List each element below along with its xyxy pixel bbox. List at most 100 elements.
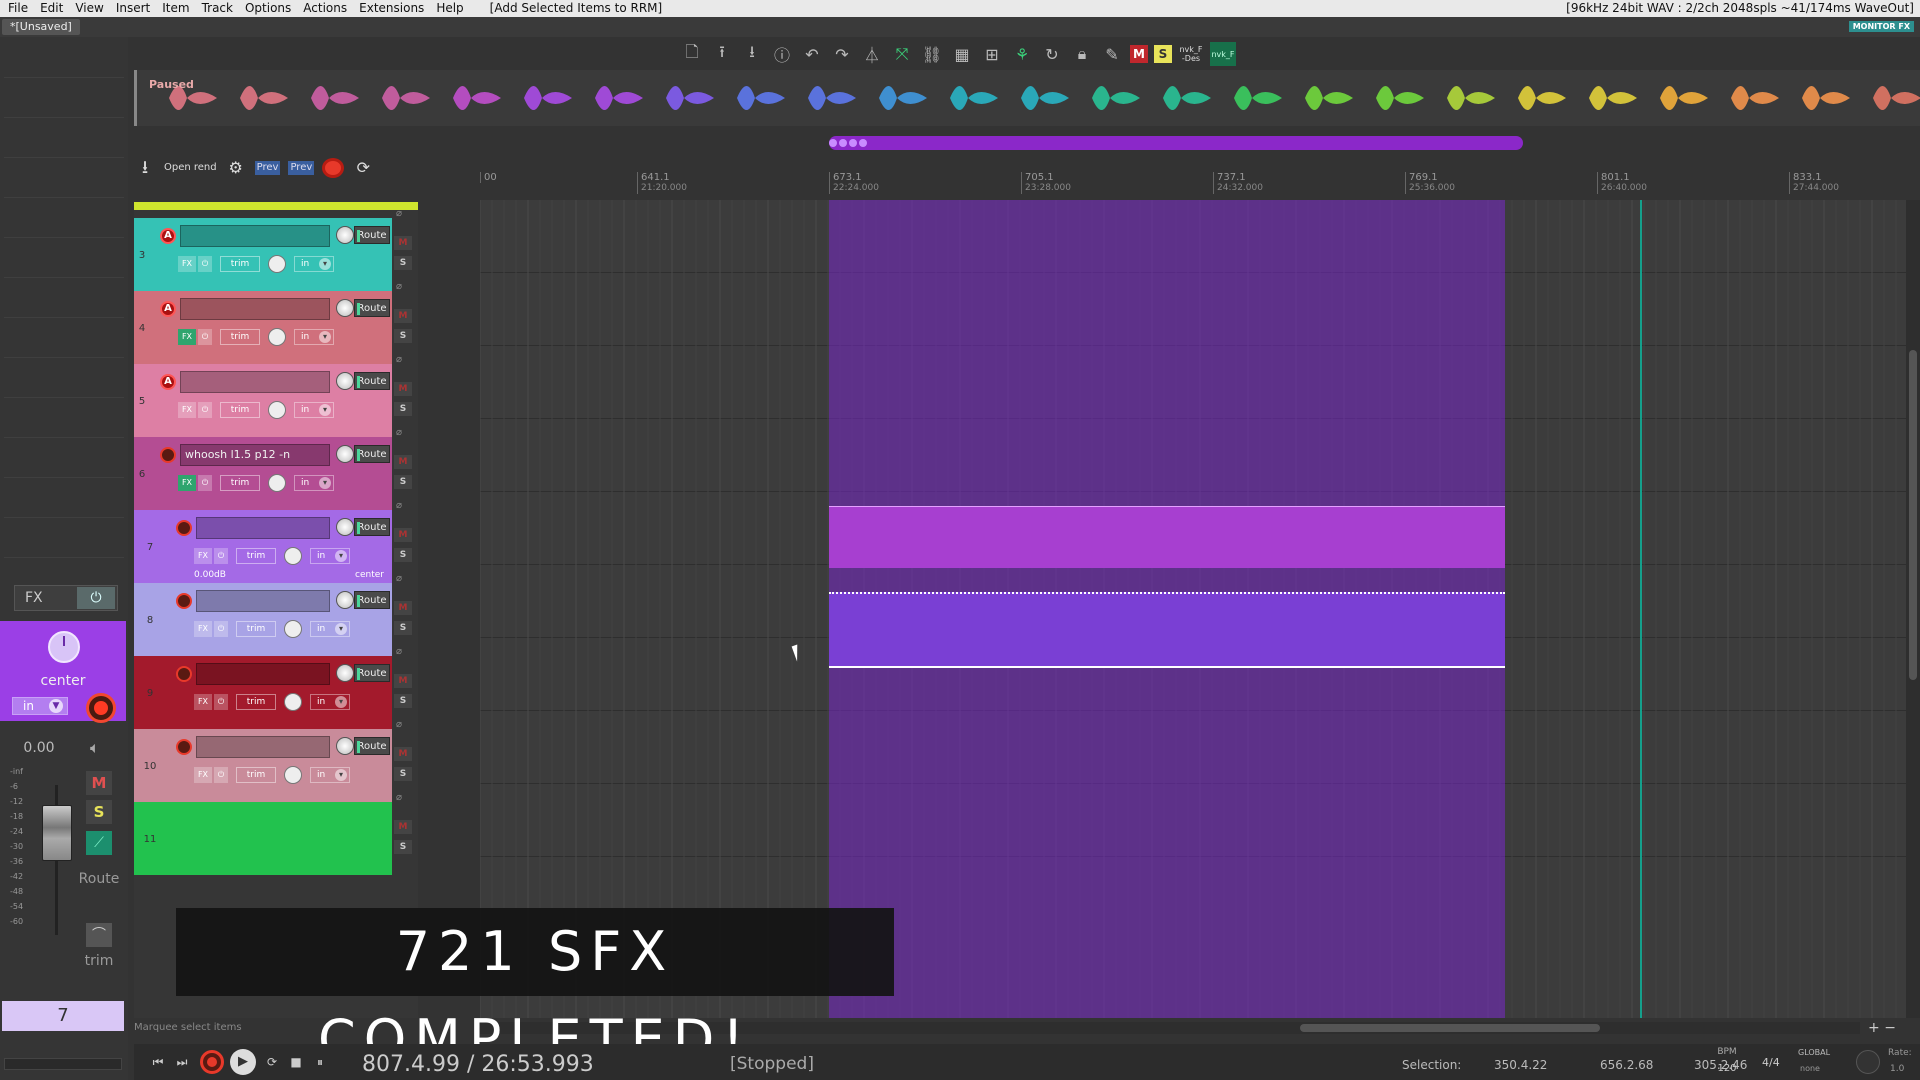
menu-actions[interactable]: Actions xyxy=(297,0,353,17)
track-name-field[interactable] xyxy=(196,590,330,612)
menu-view[interactable]: View xyxy=(69,0,109,17)
zoom-in-icon[interactable]: + xyxy=(1868,1020,1880,1036)
volume-knob[interactable] xyxy=(336,518,354,536)
repeat-icon[interactable]: ⟳ xyxy=(262,1052,282,1072)
audio-device-status[interactable]: [96kHz 24bit WAV : 2/2ch 2048spls ~41/17… xyxy=(1560,0,1920,17)
input-select[interactable]: in xyxy=(294,475,334,491)
mute-button[interactable]: M xyxy=(394,309,412,323)
input-select[interactable]: in xyxy=(294,402,334,418)
mixer-volume-readout[interactable]: 0.00 xyxy=(14,740,64,756)
solo-button[interactable]: S xyxy=(394,840,412,854)
render-icon[interactable]: ⭱ xyxy=(710,42,734,66)
solo-button[interactable]: S xyxy=(394,767,412,781)
solo-button[interactable]: S xyxy=(394,329,412,343)
region-marker[interactable] xyxy=(859,139,867,147)
mixer-record-arm-button[interactable] xyxy=(86,693,116,723)
track-name-field[interactable]: whoosh l1.5 p12 -n xyxy=(180,444,330,466)
menu-edit[interactable]: Edit xyxy=(34,0,69,17)
track-name-field[interactable] xyxy=(196,517,330,539)
track-10[interactable]: 10 Route FX⏻ trim in ⌀ MS xyxy=(134,719,418,802)
phase-icon[interactable]: ⌀ xyxy=(396,792,402,803)
stop-icon[interactable]: ■ xyxy=(286,1052,306,1072)
pan-knob[interactable] xyxy=(268,328,286,346)
phase-icon[interactable]: ⌀ xyxy=(396,719,402,730)
trim-envelope-icon[interactable]: ⌒ xyxy=(86,923,112,947)
track-header-body[interactable]: whoosh l1.5 p12 -n Route FX ⏻ trim in xyxy=(150,437,392,510)
route-icon[interactable]: ⟋ xyxy=(86,831,112,855)
region-marker[interactable] xyxy=(829,139,837,147)
fx-button[interactable]: FX xyxy=(194,548,212,564)
folder-header-track[interactable] xyxy=(134,202,418,210)
input-select[interactable]: in xyxy=(310,694,350,710)
pan-knob[interactable] xyxy=(268,474,286,492)
phase-icon[interactable]: ⌀ xyxy=(396,354,402,365)
track-9[interactable]: 9 Route FX⏻ trim in ⌀ MS xyxy=(134,646,418,729)
route-button[interactable]: Route xyxy=(354,518,390,536)
phase-icon[interactable]: ⌀ xyxy=(396,208,402,219)
menu-options[interactable]: Options xyxy=(239,0,297,17)
track-number[interactable]: 9 xyxy=(134,656,166,729)
monitor-fx-button[interactable]: MONITOR FX xyxy=(1848,21,1914,32)
power-icon[interactable]: ⏻ xyxy=(198,256,212,272)
phase-icon[interactable]: ⌀ xyxy=(396,646,402,657)
rate-value[interactable]: 1.0 xyxy=(1890,1064,1904,1074)
phase-icon[interactable]: ⌀ xyxy=(396,427,402,438)
import-icon[interactable]: ⭳ xyxy=(740,42,764,66)
preview-button-2[interactable]: Prev xyxy=(288,161,315,175)
pan-knob[interactable] xyxy=(284,620,302,638)
horizontal-scroll-thumb[interactable] xyxy=(1300,1024,1600,1032)
script-s-button[interactable]: S xyxy=(1154,45,1172,63)
volume-knob[interactable] xyxy=(336,664,354,682)
menu-extensions[interactable]: Extensions xyxy=(353,0,430,17)
grid-icon[interactable]: ▦ xyxy=(950,42,974,66)
record-arm-button[interactable] xyxy=(176,520,192,536)
solo-button[interactable]: S xyxy=(394,548,412,562)
solo-button[interactable]: S xyxy=(394,256,412,270)
mixer-solo-button[interactable]: S xyxy=(86,800,112,824)
lock-icon[interactable]: 🔒︎ xyxy=(1070,42,1094,66)
go-to-end-icon[interactable]: ⏭ xyxy=(172,1052,192,1072)
volume-knob[interactable] xyxy=(336,591,354,609)
info-icon[interactable]: ⓘ xyxy=(770,42,794,66)
phase-icon[interactable]: ⌀ xyxy=(396,573,402,584)
phase-icon[interactable]: ⌀ xyxy=(396,281,402,292)
link-icon[interactable]: ⛓ xyxy=(920,42,944,66)
record-arm-button[interactable] xyxy=(176,666,192,682)
record-icon[interactable] xyxy=(322,158,345,178)
menu-track[interactable]: Track xyxy=(196,0,239,17)
fx-button[interactable]: FX xyxy=(178,256,196,272)
mixer-mute-button[interactable]: M xyxy=(86,771,112,795)
track-header-body[interactable]: Route FX ⏻ trim in xyxy=(166,656,392,729)
mixer-fx-slot[interactable]: FX ⏻ xyxy=(14,585,118,611)
solo-button[interactable]: S xyxy=(394,694,412,708)
track-3[interactable]: 3 A Route FX⏻ trim in ⌀ MS xyxy=(134,208,418,291)
track-11[interactable]: 11 ⌀ M S xyxy=(134,792,418,875)
track-name-field[interactable] xyxy=(196,663,330,685)
script-m-button[interactable]: M xyxy=(1130,45,1148,63)
pan-knob[interactable] xyxy=(284,693,302,711)
mixer-scrollbar[interactable] xyxy=(4,1058,122,1070)
track-number[interactable]: 8 xyxy=(134,583,166,656)
selection-end-field[interactable]: 656.2.68 xyxy=(1600,1058,1653,1072)
track-number[interactable]: 3 xyxy=(134,218,150,291)
redo-icon[interactable]: ↷ xyxy=(830,42,854,66)
power-icon[interactable]: ⏻ xyxy=(214,694,228,710)
metronome-icon[interactable]: ⏃ xyxy=(860,42,884,66)
track-4[interactable]: 4 A Route FX⏻ trim in ⌀ MS xyxy=(134,281,418,364)
project-overview-strip[interactable]: Paused xyxy=(134,70,1920,126)
script-nvk-button[interactable]: nvk_F xyxy=(1210,42,1236,66)
solo-button[interactable]: S xyxy=(394,475,412,489)
power-icon[interactable]: ⏻ xyxy=(198,475,212,491)
track-header-body[interactable] xyxy=(166,802,392,875)
input-select[interactable]: in xyxy=(310,767,350,783)
fx-button[interactable]: FX xyxy=(194,767,212,783)
route-button[interactable]: Route xyxy=(354,591,390,609)
envelope-icon[interactable]: ✎ xyxy=(1100,42,1124,66)
snap-icon[interactable]: ⊞ xyxy=(980,42,1004,66)
open-render-button[interactable]: Open rend xyxy=(164,163,217,173)
track-7[interactable]: 7 Route FX⏻ trim in 0.00dB center ⌀ MS xyxy=(134,500,418,583)
track-name-field[interactable] xyxy=(196,736,330,758)
mute-button[interactable]: M xyxy=(394,674,412,688)
track-header-body[interactable]: Route FX⏻ trim in 0.00dB center xyxy=(166,510,392,583)
solo-button[interactable]: S xyxy=(394,402,412,416)
